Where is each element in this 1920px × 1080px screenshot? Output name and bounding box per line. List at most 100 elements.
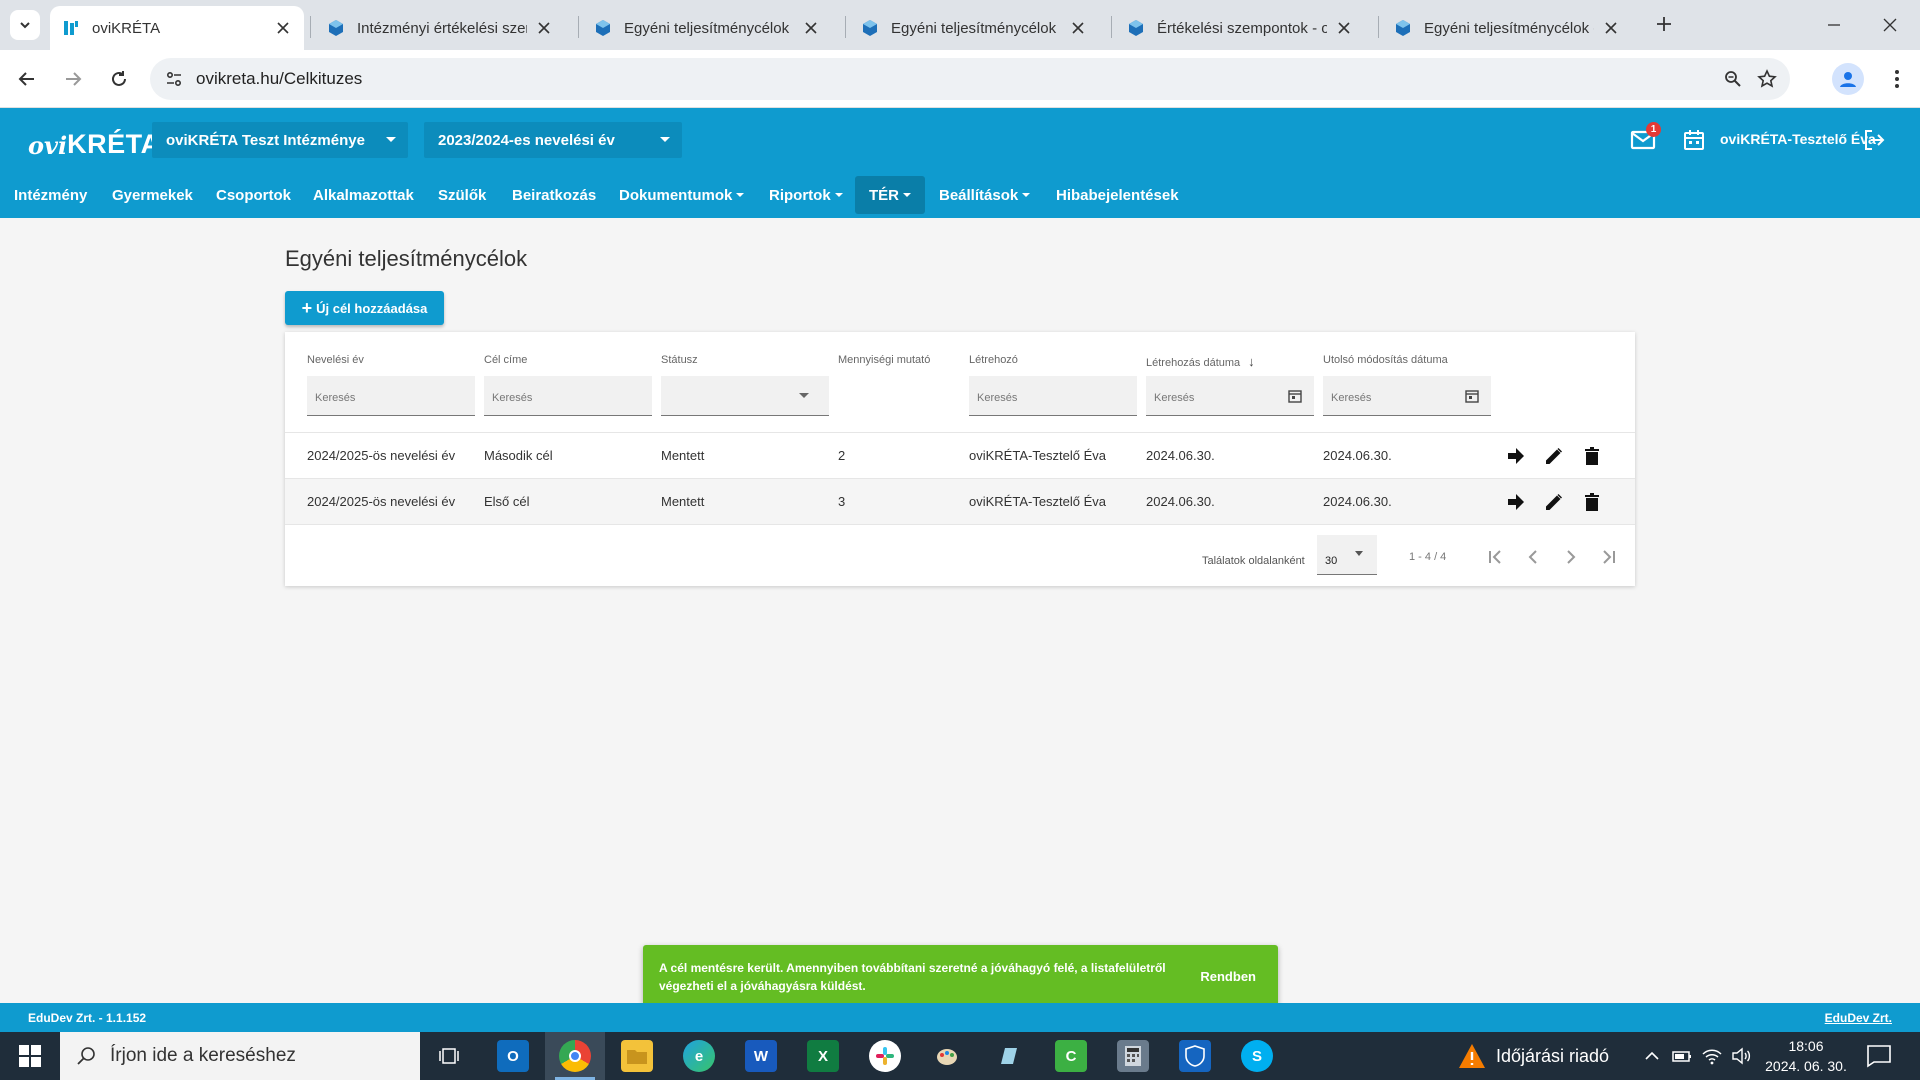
taskbar-clock[interactable]: 18:06 2024. 06. 30. — [1762, 1036, 1850, 1076]
browser-tab[interactable]: Egyéni teljesítménycélok r — [849, 6, 1099, 50]
edit-pencil-icon[interactable] — [1543, 445, 1565, 467]
nav-item-beiratkozas[interactable]: Beiratkozás — [498, 172, 610, 218]
paint-icon[interactable] — [931, 1040, 963, 1072]
taskbar-search[interactable]: Írjon ide a kereséshez — [60, 1032, 420, 1080]
skype-icon[interactable]: S — [1241, 1040, 1273, 1072]
browser-tab[interactable]: Értékelési szempontok - ov — [1115, 6, 1365, 50]
filter-title-input[interactable]: Keresés — [484, 376, 652, 416]
forward-button[interactable] — [58, 64, 88, 94]
edit-pencil-icon[interactable] — [1543, 491, 1565, 513]
nav-item-szulok[interactable]: Szülők — [424, 172, 500, 218]
calculator-icon[interactable] — [1117, 1040, 1149, 1072]
column-header[interactable]: Utolsó módosítás dátuma — [1323, 354, 1448, 366]
nav-item-beallitasok[interactable]: Beállítások — [925, 172, 1044, 218]
browser-tab[interactable]: Egyéni teljesítménycélok r — [582, 6, 832, 50]
edge-icon[interactable]: e — [683, 1040, 715, 1072]
close-window-button[interactable] — [1862, 0, 1918, 50]
tab-divider — [1111, 16, 1112, 38]
site-settings-icon[interactable] — [160, 65, 188, 93]
nav-item-alkalmazottak[interactable]: Alkalmazottak — [299, 172, 428, 218]
column-header[interactable]: Mennyiségi mutató — [838, 354, 930, 366]
close-icon[interactable] — [1069, 19, 1087, 37]
close-icon[interactable] — [1335, 19, 1353, 37]
prev-page-icon[interactable] — [1521, 545, 1545, 569]
close-icon[interactable] — [1602, 19, 1620, 37]
browser-tab[interactable]: oviKRÉTA — [50, 6, 304, 50]
excel-icon[interactable]: X — [807, 1040, 839, 1072]
calendar-icon[interactable] — [1465, 389, 1479, 403]
nav-item-hibabejelentesek[interactable]: Hibabejelentések — [1042, 172, 1193, 218]
trash-icon[interactable] — [1581, 445, 1603, 467]
column-header[interactable]: Létrehozó — [969, 354, 1018, 366]
new-tab-button[interactable] — [1650, 10, 1678, 38]
school-year-select[interactable]: 2023/2024-es nevelési év — [424, 122, 682, 158]
minimize-button-area — [1806, 0, 1862, 50]
send-arrow-icon[interactable] — [1505, 445, 1527, 467]
column-header[interactable]: Cél címe — [484, 354, 527, 366]
bookmark-star-icon[interactable] — [1754, 66, 1780, 92]
notification-center-icon[interactable] — [1866, 1044, 1892, 1068]
address-bar[interactable]: ovikreta.hu/Celkituzes — [150, 58, 1790, 100]
calendar-icon[interactable] — [1288, 389, 1302, 403]
close-icon[interactable] — [535, 19, 553, 37]
chevron-up-icon[interactable] — [1640, 1044, 1664, 1068]
logout-icon[interactable] — [1862, 128, 1886, 152]
volume-icon[interactable] — [1730, 1044, 1754, 1068]
back-button[interactable] — [12, 64, 42, 94]
toast-ok-button[interactable]: Rendben — [1200, 969, 1256, 984]
next-page-icon[interactable] — [1559, 545, 1583, 569]
trash-icon[interactable] — [1581, 491, 1603, 513]
filter-status-select[interactable] — [661, 376, 829, 416]
outlook-icon[interactable]: O — [497, 1040, 529, 1072]
close-icon[interactable] — [274, 19, 292, 37]
profile-avatar[interactable] — [1832, 63, 1864, 95]
tab-search-button[interactable] — [10, 10, 40, 40]
weather-widget[interactable]: Időjárási riadó — [1458, 1032, 1609, 1080]
filter-modified-date-input[interactable]: Keresés — [1323, 376, 1491, 416]
notes-app-icon[interactable] — [993, 1040, 1025, 1072]
word-icon[interactable]: W — [745, 1040, 777, 1072]
task-view-icon[interactable] — [433, 1040, 465, 1072]
filter-school-year-input[interactable]: Keresés — [307, 376, 475, 416]
zoom-icon[interactable] — [1720, 66, 1746, 92]
calendar-icon[interactable] — [1682, 128, 1706, 152]
column-header[interactable]: Nevelési év — [307, 354, 364, 366]
caret-down-icon — [386, 137, 396, 142]
file-explorer-icon[interactable] — [621, 1040, 653, 1072]
column-header-sorted[interactable]: Létrehozás dátuma ↓ — [1146, 354, 1255, 369]
last-page-icon[interactable] — [1597, 545, 1621, 569]
slack-icon[interactable] — [869, 1040, 901, 1072]
nav-item-ter[interactable]: TÉR — [855, 176, 925, 214]
wifi-icon[interactable] — [1700, 1044, 1724, 1068]
battery-icon[interactable] — [1670, 1044, 1694, 1068]
table-row[interactable]: 2024/2025-ös nevelési év Második cél Men… — [285, 432, 1635, 478]
add-goal-button[interactable]: + Új cél hozzáadása — [285, 291, 444, 325]
filter-created-date-input[interactable]: Keresés — [1146, 376, 1314, 416]
browser-menu-button[interactable] — [1882, 64, 1912, 94]
app-logo[interactable]: ovi KRÉTA — [28, 120, 161, 160]
nav-item-intezmeny[interactable]: Intézmény — [0, 172, 101, 218]
nav-item-riportok[interactable]: Riportok — [755, 172, 857, 218]
camtasia-icon[interactable]: C — [1055, 1040, 1087, 1072]
reload-button[interactable] — [104, 64, 134, 94]
nav-label: Gyermekek — [112, 186, 193, 204]
first-page-icon[interactable] — [1483, 545, 1507, 569]
chrome-icon[interactable] — [559, 1040, 591, 1072]
institution-select[interactable]: oviKRÉTA Teszt Intézménye — [152, 122, 408, 158]
footer-link[interactable]: EduDev Zrt. — [1825, 1011, 1892, 1025]
table-row[interactable]: 2024/2025-ös nevelési év Első cél Mentet… — [285, 478, 1635, 524]
browser-tab[interactable]: Intézményi értékelési szem — [315, 6, 565, 50]
url-text[interactable]: ovikreta.hu/Celkituzes — [196, 69, 362, 89]
send-arrow-icon[interactable] — [1505, 491, 1527, 513]
browser-tab[interactable]: Egyéni teljesítménycélok - — [1382, 6, 1632, 50]
user-name[interactable]: oviKRÉTA-Tesztelő Éva — [1720, 131, 1876, 147]
column-header[interactable]: Státusz — [661, 354, 698, 366]
start-button[interactable] — [0, 1032, 60, 1080]
close-icon[interactable] — [802, 19, 820, 37]
per-page-select[interactable]: 30 — [1317, 535, 1377, 575]
security-shield-icon[interactable] — [1179, 1040, 1211, 1072]
nav-item-csoportok[interactable]: Csoportok — [202, 172, 305, 218]
nav-item-gyermekek[interactable]: Gyermekek — [98, 172, 207, 218]
filter-creator-input[interactable]: Keresés — [969, 376, 1137, 416]
nav-item-dokumentumok[interactable]: Dokumentumok — [605, 172, 758, 218]
